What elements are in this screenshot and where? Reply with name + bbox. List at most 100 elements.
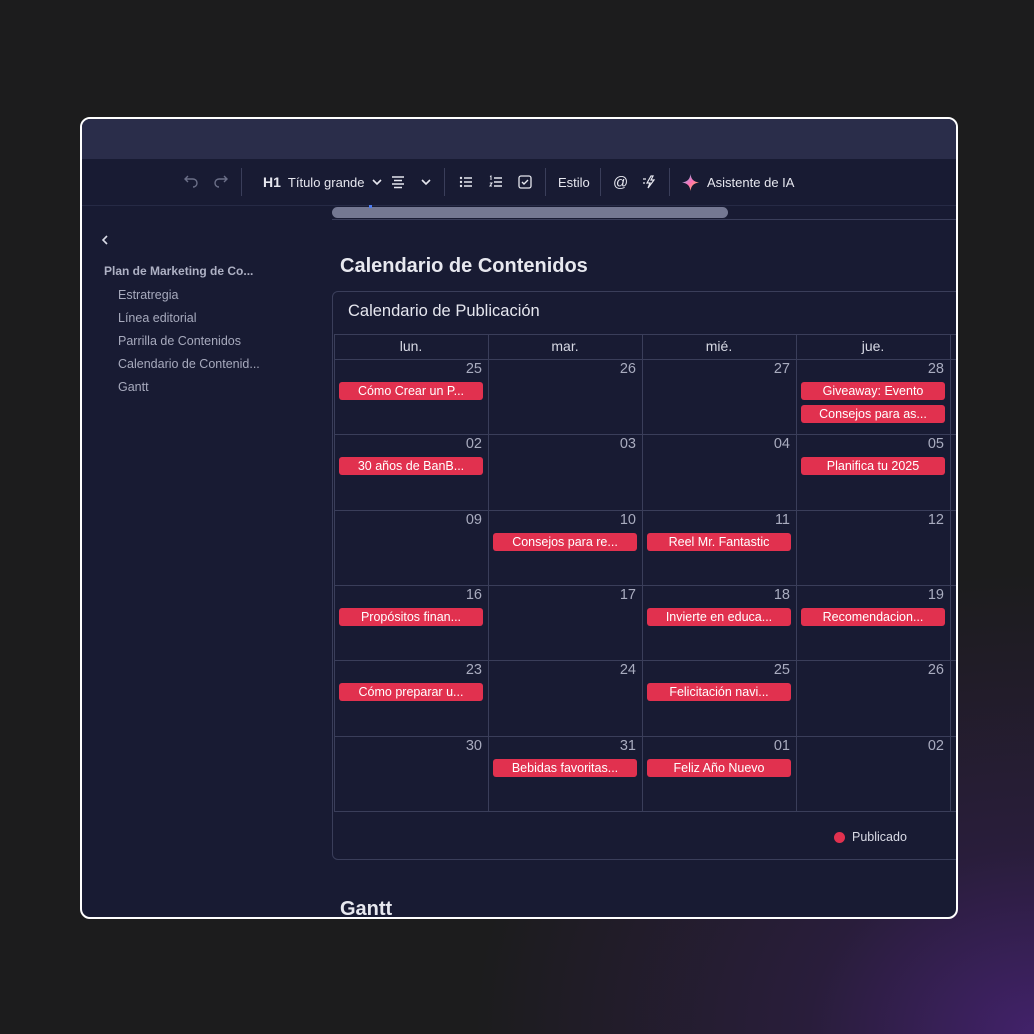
- day-number: 10: [619, 511, 636, 528]
- calendar-event[interactable]: Feliz Año Nuevo: [647, 758, 791, 777]
- sidebar-item-calendario[interactable]: Calendario de Contenid...: [118, 357, 260, 371]
- calendar-event[interactable]: Consejos para re...: [493, 532, 637, 551]
- align-dropdown-button[interactable]: [419, 159, 433, 205]
- sidebar-root-item[interactable]: Plan de Marketing de Co...: [104, 264, 264, 278]
- calendar-section-heading: Calendario de Contenidos: [340, 255, 588, 277]
- sidebar-item-linea-editorial[interactable]: Línea editorial: [118, 311, 260, 325]
- day-number: 25: [465, 361, 482, 377]
- day-number: 12: [927, 511, 944, 528]
- grid-column-line: [642, 334, 643, 811]
- day-number: 26: [619, 361, 636, 377]
- calendar-event[interactable]: Invierte en educa...: [647, 607, 791, 626]
- grid-row-line: [334, 359, 956, 360]
- weekday-header: lun.: [399, 338, 423, 354]
- ai-assistant-button[interactable]: Asistente de IA: [682, 159, 794, 205]
- calendar-event[interactable]: Felicitación navi...: [647, 683, 791, 702]
- day-number: 02: [927, 737, 944, 754]
- undo-button[interactable]: [183, 159, 199, 205]
- calendar-event[interactable]: Consejos para as...: [801, 405, 945, 423]
- grid-column-line: [796, 334, 797, 811]
- day-number: 30: [465, 737, 482, 754]
- heading-dropdown[interactable]: H1 Título grande: [263, 159, 384, 205]
- mention-button[interactable]: @: [613, 159, 628, 205]
- grid-row-line: [334, 810, 956, 812]
- grid-row-line: [334, 434, 956, 436]
- day-number: 01: [773, 737, 790, 754]
- chevron-down-icon: [371, 179, 382, 186]
- day-number: 27: [773, 361, 790, 377]
- day-number: 04: [773, 436, 790, 453]
- day-number: 19: [927, 586, 944, 603]
- day-number: 23: [465, 662, 482, 679]
- undo-icon: [184, 175, 198, 188]
- scroll-indicator: [369, 205, 372, 208]
- editor-toolbar: H1 Título grande Estilo @ Asistente de I…: [82, 159, 956, 206]
- bullet-list-button[interactable]: [458, 159, 474, 205]
- style-label: Estilo: [558, 174, 590, 190]
- calendar-event[interactable]: Cómo Crear un P...: [339, 382, 483, 400]
- grid-row-line: [334, 584, 956, 586]
- chevron-down-icon: [421, 179, 431, 186]
- sidebar: Plan de Marketing de Co... Estratregia L…: [82, 205, 322, 917]
- day-number: 11: [774, 511, 790, 528]
- day-number: 17: [619, 586, 636, 603]
- calendar-event[interactable]: Giveaway: Evento: [801, 382, 945, 400]
- day-number: 05: [927, 436, 944, 453]
- day-number: 28: [927, 361, 944, 377]
- calendar-event[interactable]: Reel Mr. Fantastic: [647, 532, 791, 551]
- numbered-list-button[interactable]: [488, 159, 504, 205]
- calendar-event[interactable]: Propósitos finan...: [339, 607, 483, 626]
- toolbar-divider: [444, 168, 445, 196]
- magic-button[interactable]: [642, 159, 658, 205]
- grid-column-line: [488, 334, 489, 811]
- horizontal-scrollbar[interactable]: [332, 207, 728, 218]
- app-window: H1 Título grande Estilo @ Asistente de I…: [80, 117, 958, 919]
- calendar-title: Calendario de Publicación: [348, 302, 540, 320]
- grid-row-line: [334, 334, 956, 335]
- numbered-list-icon: [489, 175, 502, 187]
- day-number: 31: [619, 737, 636, 754]
- redo-button[interactable]: [213, 159, 229, 205]
- back-icon: [101, 235, 108, 245]
- gantt-section-heading: Gantt: [340, 898, 393, 919]
- toolbar-divider: [241, 168, 242, 196]
- calendar-legend: Publicado: [834, 830, 907, 844]
- day-number: 18: [773, 586, 790, 603]
- checklist-button[interactable]: [517, 159, 533, 205]
- legend-label: Publicado: [852, 830, 907, 844]
- calendar-event[interactable]: Recomendacion...: [801, 607, 945, 626]
- magic-icon: [643, 175, 656, 189]
- checklist-icon: [518, 175, 532, 189]
- calendar-event[interactable]: Bebidas favoritas...: [493, 758, 637, 777]
- calendar-grid: lun. mar. mié. jue. 25 Cómo Crear un P... 26 27…: [334, 334, 956, 812]
- mention-icon: @: [613, 173, 629, 191]
- heading-style-label: Título grande: [287, 174, 365, 190]
- bullet-list-icon: [459, 176, 472, 188]
- calendar-event[interactable]: Planifica tu 2025: [801, 457, 945, 476]
- day-number: 16: [465, 586, 482, 603]
- sidebar-item-parrilla[interactable]: Parrilla de Contenidos: [118, 334, 260, 348]
- grid-row-line: [334, 735, 956, 737]
- day-number: 24: [619, 662, 636, 679]
- sidebar-item-estrategia[interactable]: Estratregia: [118, 288, 260, 302]
- calendar-event[interactable]: Cómo preparar u...: [339, 683, 483, 702]
- style-button[interactable]: Estilo: [558, 159, 590, 205]
- grid-column-line: [950, 334, 951, 811]
- back-button[interactable]: [100, 233, 110, 250]
- sidebar-item-gantt[interactable]: Gantt: [118, 380, 260, 394]
- day-number: 25: [773, 662, 790, 679]
- legend-dot: [834, 831, 845, 843]
- toolbar-divider: [600, 168, 601, 196]
- calendar-event[interactable]: 30 años de BanB...: [339, 457, 483, 476]
- day-number: 09: [465, 511, 482, 528]
- align-button[interactable]: [390, 159, 406, 205]
- ai-assistant-label: Asistente de IA: [707, 174, 795, 190]
- day-number: 02: [465, 436, 482, 453]
- sparkle-icon: [682, 173, 699, 191]
- grid-row-line: [334, 509, 956, 511]
- title-bar: [82, 119, 956, 159]
- redo-icon: [214, 175, 228, 188]
- grid-column-line: [334, 334, 335, 811]
- weekday-header: jue.: [861, 338, 885, 354]
- toolbar-divider: [669, 168, 670, 196]
